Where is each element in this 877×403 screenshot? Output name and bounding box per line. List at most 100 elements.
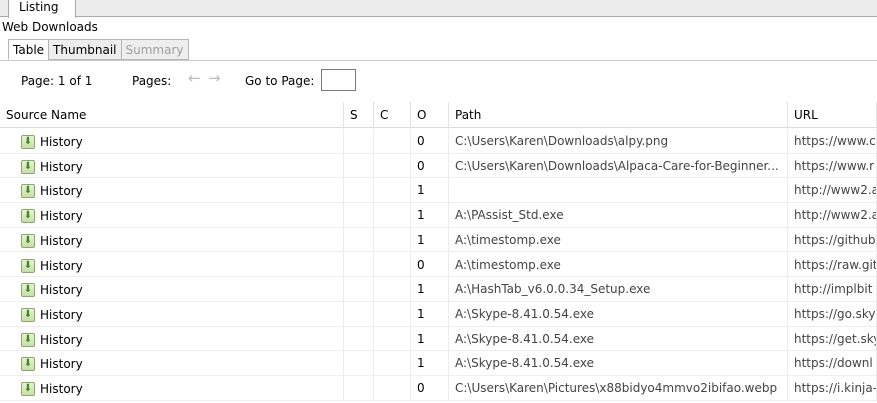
download-arrow-icon: ⬇ [21,135,35,149]
table-row[interactable]: ⬇ History 0 C:\Users\Karen\Downloads\alpy.p… [0,129,877,154]
goto-page-input[interactable] [321,69,356,91]
column-header-path[interactable]: Path [449,102,788,128]
cell-c [374,227,411,253]
source-name-label: History [40,159,83,174]
column-header-s[interactable]: S [344,102,374,128]
cell-o: 0 [411,252,449,278]
source-name-wrap: ⬇ History [21,258,83,274]
cell-source-name: ⬇ History [0,153,344,179]
cell-o: 0 [411,129,449,154]
cell-url: https://i.kinja- [788,376,877,401]
source-name-wrap: ⬇ History [21,159,83,175]
cell-s [344,326,374,352]
cell-o: 1 [411,301,449,327]
cell-path: A:\PAssist_Std.exe [449,203,788,228]
table-row[interactable]: ⬇ History 1 A:\Skype-8.41.0.54.exe https://g… [0,326,877,352]
cell-o: 1 [411,227,449,253]
cell-c [374,351,411,376]
source-name-label: History [40,332,83,347]
cell-source-name: ⬇ History [0,301,344,327]
cell-url: https://downl [788,351,877,376]
cell-url: https://github [788,227,877,253]
cell-path: C:\Users\Karen\Downloads\Alpaca-Care-for… [449,153,788,179]
cell-s [344,203,374,228]
cell-source-name: ⬇ History [0,129,344,154]
cell-url: https://www.r [788,153,877,179]
cell-path: C:\Users\Karen\Pictures\x88bidyo4mmvo2ib… [449,376,788,401]
source-name-wrap: ⬇ History [21,183,83,199]
cell-s [344,301,374,327]
cell-path: C:\Users\Karen\Downloads\alpy.png [449,129,788,154]
page-indicator: Page: 1 of 1 [21,74,93,88]
top-tabstrip: Listing [0,0,877,18]
source-name-wrap: ⬇ History [21,307,83,323]
tab-listing[interactable]: Listing [8,0,76,18]
table-row[interactable]: ⬇ History 1 A:\Skype-8.41.0.54.exe https://d… [0,351,877,376]
column-header-url[interactable]: URL [788,102,877,128]
cell-url: http://implbit [788,277,877,302]
cell-source-name: ⬇ History [0,277,344,302]
source-name-label: History [40,135,83,149]
cell-s [344,277,374,302]
cell-o: 1 [411,203,449,228]
cell-o: 1 [411,178,449,204]
cell-source-name: ⬇ History [0,178,344,204]
cell-c [374,153,411,179]
source-name-label: History [40,258,83,273]
source-name-label: History [40,209,83,224]
cell-url: https://www.c [788,129,877,154]
cell-source-name: ⬇ History [0,227,344,253]
cell-path: A:\Skype-8.41.0.54.exe [449,326,788,352]
cell-c [374,178,411,204]
table-row[interactable]: ⬇ History 1 A:\Skype-8.41.0.54.exe https://g… [0,301,877,327]
cell-url: http://www2.a [788,178,877,204]
cell-o: 0 [411,376,449,401]
download-arrow-icon: ⬇ [21,332,35,347]
cell-source-name: ⬇ History [0,351,344,376]
table-row[interactable]: ⬇ History 1 A:\PAssist_Std.exe http://www2.a [0,203,877,228]
table-row[interactable]: ⬇ History 1 A:\timestomp.exe https://github [0,227,877,253]
cell-source-name: ⬇ History [0,203,344,228]
cell-o: 1 [411,277,449,302]
cell-source-name: ⬇ History [0,326,344,352]
download-arrow-icon: ⬇ [21,233,35,248]
cell-s [344,376,374,401]
cell-c [374,129,411,154]
source-name-label: History [40,382,83,396]
table-row[interactable]: ⬇ History 1 A:\HashTab_v6.0.0.34_Setup.exe h… [0,277,877,302]
download-arrow-icon: ⬇ [21,159,35,174]
cell-o: 0 [411,153,449,179]
pages-label: Pages: [132,74,172,88]
source-name-wrap: ⬇ History [21,208,83,224]
cell-c [374,301,411,327]
cell-o: 1 [411,326,449,352]
cell-path [449,178,788,204]
cell-path: A:\timestomp.exe [449,227,788,253]
download-arrow-icon: ⬇ [21,258,35,273]
goto-page-label: Go to Page: [245,74,315,88]
tab-table[interactable]: Table [8,39,50,60]
cell-s [344,252,374,278]
view-tabs: Table Thumbnail Summary [8,39,189,60]
prev-page-icon[interactable]: ← [188,71,201,86]
column-header-o[interactable]: O [411,102,449,128]
table-row[interactable]: ⬇ History 0 C:\Users\Karen\Downloads\Alpaca… [0,153,877,179]
tab-thumbnail[interactable]: Thumbnail [48,39,122,60]
table-row[interactable]: ⬇ History 0 C:\Users\Karen\Pictures\x88bidy… [0,376,877,401]
source-name-label: History [40,283,83,298]
source-name-label: History [40,307,83,322]
source-name-wrap: ⬇ History [21,134,83,150]
cell-source-name: ⬇ History [0,376,344,401]
column-header-source-name[interactable]: Source Name [0,102,344,128]
download-arrow-icon: ⬇ [21,209,35,224]
source-name-wrap: ⬇ History [21,381,83,397]
next-page-icon[interactable]: → [208,71,221,86]
source-name-label: History [40,184,83,199]
table-row[interactable]: ⬇ History 0 A:\timestomp.exe https://raw.git [0,252,877,278]
column-header-c[interactable]: C [374,102,411,128]
table-row[interactable]: ⬇ History 1 http://www2.a [0,178,877,204]
source-name-label: History [40,233,83,248]
cell-path: A:\Skype-8.41.0.54.exe [449,301,788,327]
download-arrow-icon: ⬇ [21,307,35,322]
cell-s [344,129,374,154]
